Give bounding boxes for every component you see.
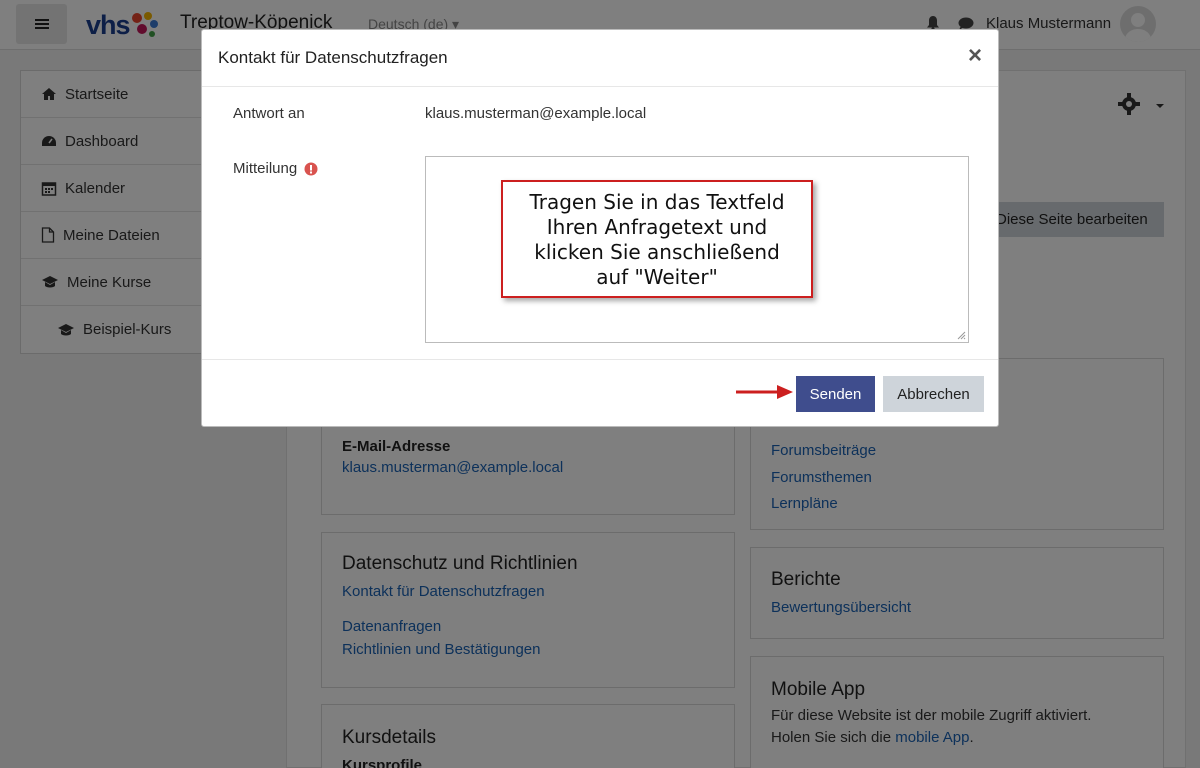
- required-icon: [304, 162, 318, 175]
- dialog-footer: Senden Abbrechen: [202, 359, 998, 428]
- message-label-text: Mitteilung: [233, 160, 298, 177]
- callout-line: Tragen Sie in das Textfeld: [529, 190, 785, 214]
- reply-to-value: klaus.musterman@example.local: [425, 105, 647, 122]
- red-arrow-icon: [736, 385, 793, 399]
- instruction-callout: Tragen Sie in das Textfeld Ihren Anfrage…: [501, 180, 813, 298]
- callout-line: auf "Weiter": [596, 265, 718, 289]
- message-label: Mitteilung: [233, 160, 318, 177]
- dialog-title: Kontakt für Datenschutzfragen: [218, 48, 448, 67]
- cancel-button[interactable]: Abbrechen: [883, 376, 984, 412]
- callout-line: klicken Sie anschließend: [534, 240, 780, 264]
- dialog-header: Kontakt für Datenschutzfragen ×: [202, 30, 998, 87]
- resize-handle-icon[interactable]: [957, 331, 966, 340]
- send-button[interactable]: Senden: [796, 376, 875, 412]
- close-icon[interactable]: ×: [968, 44, 982, 68]
- callout-line: Ihren Anfragetext und: [546, 215, 768, 239]
- reply-to-label: Antwort an: [233, 105, 305, 122]
